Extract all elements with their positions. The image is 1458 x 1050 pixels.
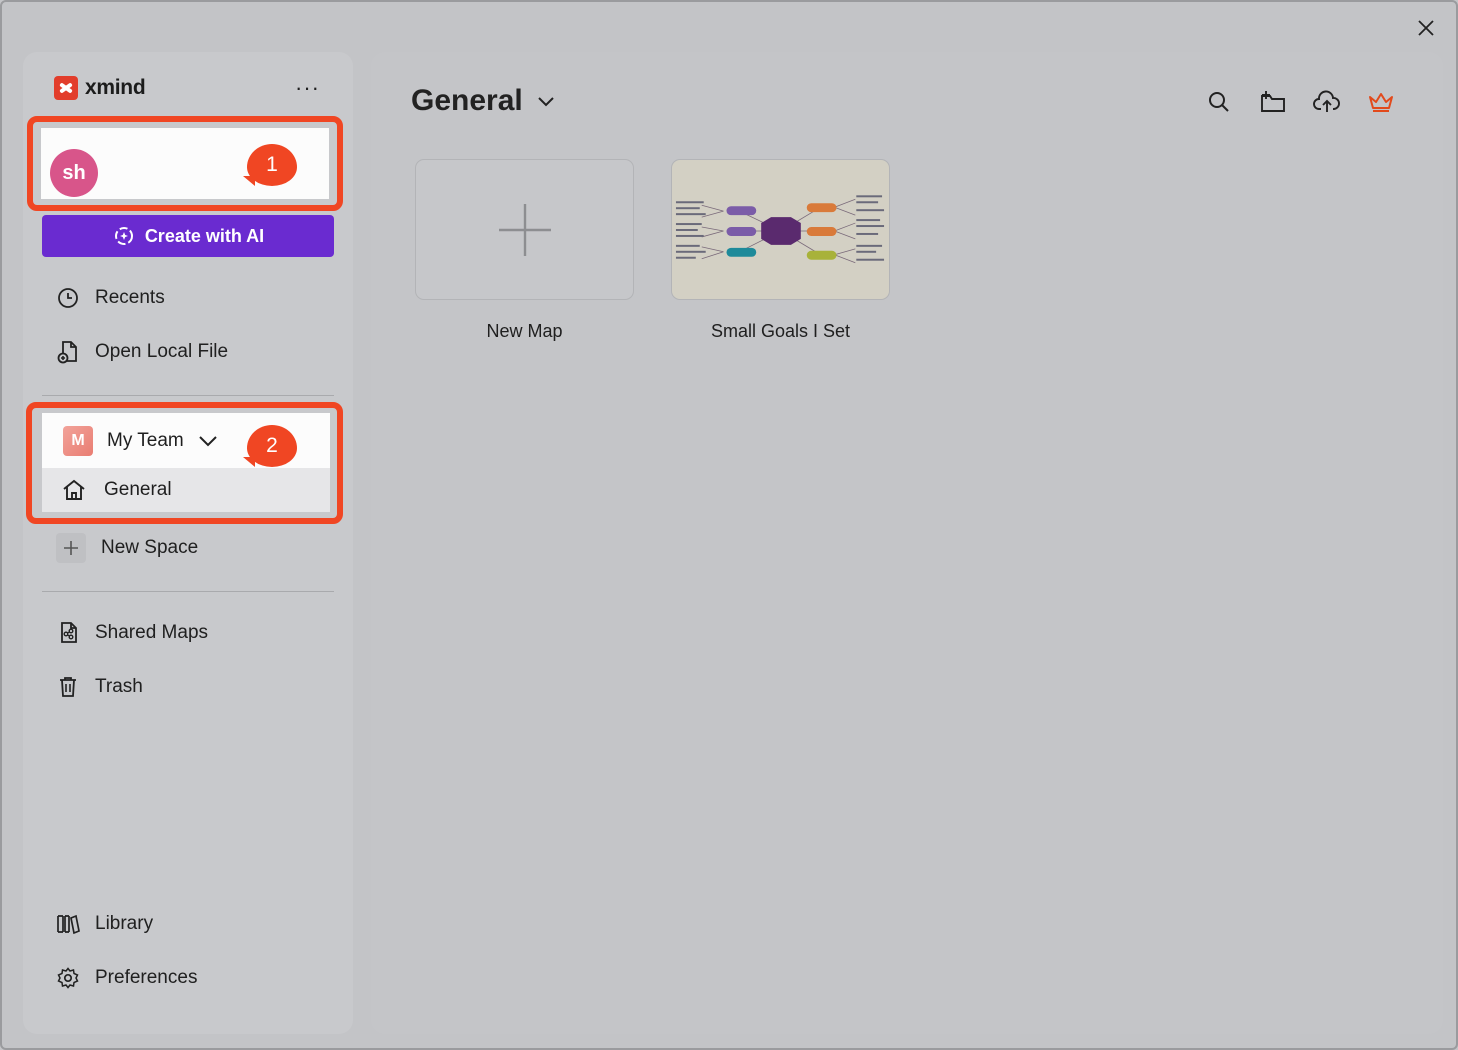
close-button[interactable] [1414,16,1438,40]
new-folder-button[interactable] [1259,88,1287,116]
card-label: Small Goals I Set [710,321,851,341]
premium-button[interactable] [1367,88,1395,116]
xmind-logo-icon [54,76,78,100]
search-button[interactable] [1205,88,1233,116]
page-title: General [411,84,523,117]
chevron-down-icon [199,435,217,446]
main-panel: General New Map Small Goals I Set [371,52,1443,1034]
callout-badge-2: 2 [247,425,297,467]
brand: xmind [54,76,146,100]
new-map-card[interactable]: New Map [415,159,634,342]
create-with-ai-label: Create with AI [144,225,265,246]
sidebar-item-general[interactable]: General [42,468,330,512]
chevron-down-icon [538,97,554,107]
card-label: New Map [486,321,563,341]
sidebar-item-label: Library [95,913,154,934]
mindmap-preview-icon [675,195,885,264]
create-with-ai-button[interactable]: Create with AI [42,215,334,257]
new-map-thumbnail [415,159,634,300]
search-icon [1209,92,1229,112]
library-icon [56,912,80,936]
plus-icon [498,203,551,256]
sidebar-item-shared-maps[interactable]: Shared Maps [56,621,208,645]
trash-icon [56,675,80,699]
close-icon [1418,20,1434,36]
sidebar-item-label: Preferences [95,967,198,988]
file-open-icon [56,340,80,364]
team-name: My Team [107,429,184,451]
folder-add-icon [1261,91,1285,112]
map-card[interactable]: Small Goals I Set [671,159,890,342]
team-highlight: M My Team General [26,402,343,524]
plus-icon [56,533,86,563]
gear-icon [56,966,80,990]
sidebar-item-new-space[interactable]: New Space [56,533,198,563]
sidebar-item-open-local-file[interactable]: Open Local File [56,340,228,364]
callout-badge-1: 1 [247,144,297,186]
shared-file-icon [56,621,80,645]
team-avatar: M [63,425,93,456]
cloud-upload-icon [1313,90,1340,112]
crown-icon [1369,93,1393,112]
more-options-button[interactable]: ··· [295,77,320,99]
clock-icon [56,286,80,310]
sidebar-item-label: Recents [95,287,165,308]
sidebar-item-label: Trash [95,676,143,697]
upload-cloud-button[interactable] [1313,88,1341,116]
divider [42,591,334,592]
sidebar-item-label: Shared Maps [95,622,209,643]
home-icon [63,479,85,500]
ai-sparkle-icon [114,227,133,245]
divider [42,395,334,396]
sidebar-item-label: New Space [101,537,199,558]
sidebar-item-label: General [104,479,172,500]
sidebar: xmind ··· sh 1 Create with AI Recents Op… [23,52,353,1034]
sidebar-item-label: Open Local File [95,341,229,362]
brand-name: xmind [85,76,146,99]
sidebar-item-recents[interactable]: Recents [56,286,165,310]
app-window: xmind ··· sh 1 Create with AI Recents Op… [0,0,1458,1050]
map-thumbnail [671,159,890,300]
sidebar-item-trash[interactable]: Trash [56,675,143,699]
avatar[interactable]: sh [50,149,98,197]
sidebar-item-preferences[interactable]: Preferences [56,966,197,990]
sidebar-item-library[interactable]: Library [56,912,153,936]
space-title-dropdown[interactable]: General [411,84,555,118]
